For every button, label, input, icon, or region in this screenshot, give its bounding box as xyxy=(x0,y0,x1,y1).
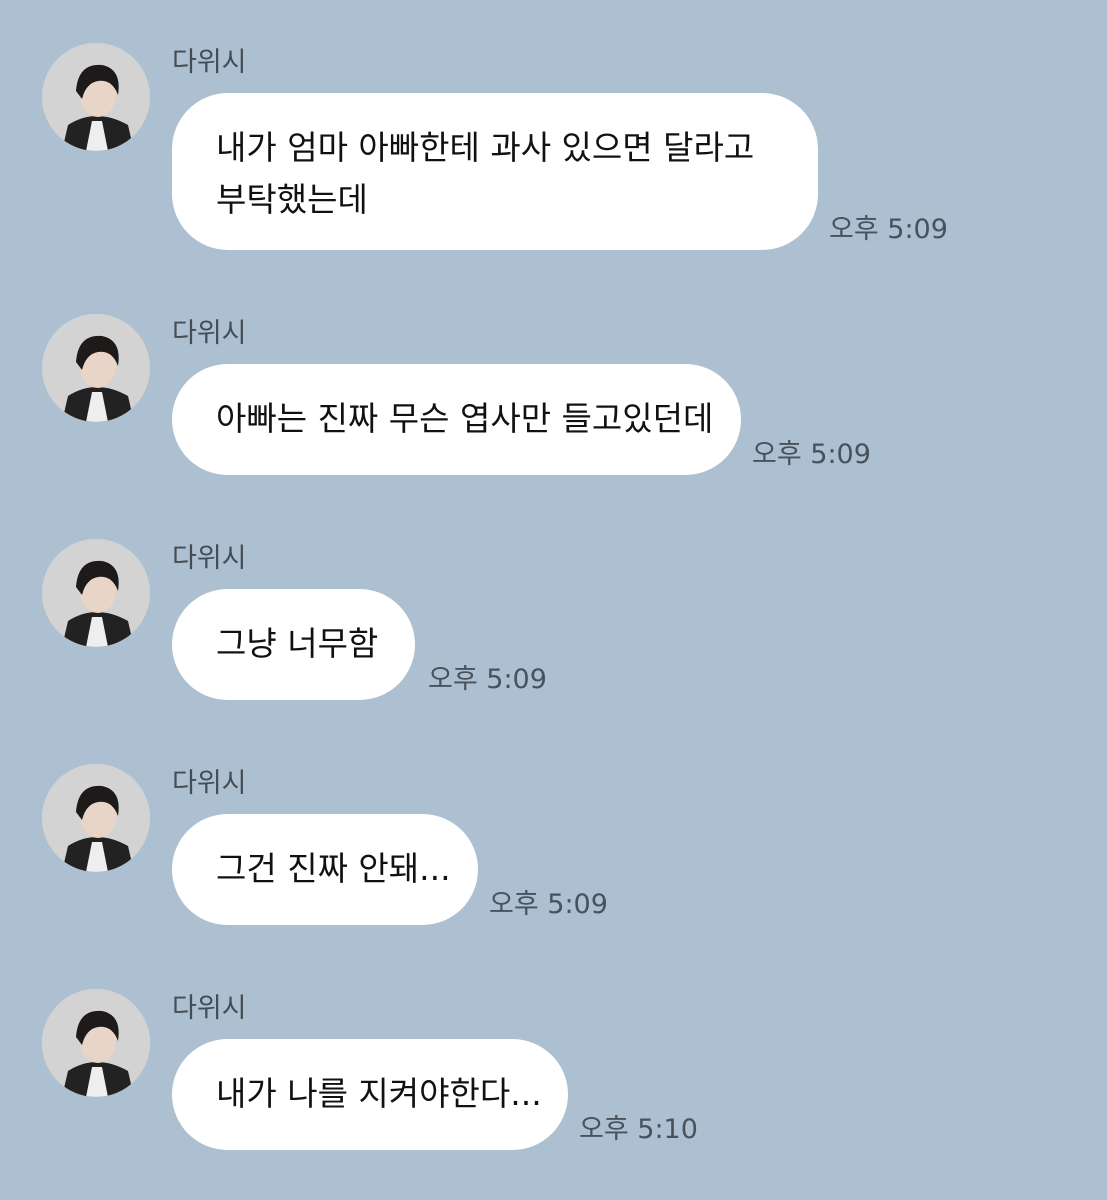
sender-name: 다위시 xyxy=(172,318,247,349)
message-bubble[interactable]: 아빠는 진짜 무슨 엽사만 들고있던데 xyxy=(172,364,741,475)
message-bubble[interactable]: 그건 진짜 안돼... xyxy=(172,814,478,925)
avatar-photo-icon xyxy=(42,764,150,872)
avatar-photo-icon xyxy=(42,43,150,151)
message-bubble[interactable]: 내가 엄마 아빠한테 과사 있으면 달라고 부탁했는데 xyxy=(172,93,818,250)
sender-name: 다위시 xyxy=(172,993,247,1024)
avatar[interactable] xyxy=(42,539,150,647)
message-text: 그건 진짜 안돼... xyxy=(216,849,451,888)
message-timestamp: 오후 5:10 xyxy=(579,1114,698,1145)
avatar[interactable] xyxy=(42,764,150,872)
message-text: 부탁했는데 xyxy=(216,180,368,219)
message-row: 다위시 그냥 너무함 오후 5:09 xyxy=(0,539,1107,704)
message-text: 아빠는 진짜 무슨 엽사만 들고있던데 xyxy=(216,399,714,438)
message-bubble[interactable]: 그냥 너무함 xyxy=(172,589,415,700)
message-row: 다위시 내가 나를 지켜야한다... 오후 5:10 xyxy=(0,989,1107,1154)
message-timestamp: 오후 5:09 xyxy=(428,664,547,695)
sender-name: 다위시 xyxy=(172,768,247,799)
message-timestamp: 오후 5:09 xyxy=(752,439,871,470)
message-timestamp: 오후 5:09 xyxy=(829,214,948,245)
avatar[interactable] xyxy=(42,989,150,1097)
message-text: 내가 나를 지켜야한다... xyxy=(216,1074,542,1113)
message-text: 그냥 너무함 xyxy=(216,624,379,663)
message-bubble[interactable]: 내가 나를 지켜야한다... xyxy=(172,1039,568,1150)
message-timestamp: 오후 5:09 xyxy=(489,889,608,920)
avatar-photo-icon xyxy=(42,989,150,1097)
chat-window: 다위시 내가 엄마 아빠한테 과사 있으면 달라고 부탁했는데 오후 5:09 … xyxy=(0,0,1107,1200)
avatar-photo-icon xyxy=(42,314,150,422)
avatar[interactable] xyxy=(42,43,150,151)
message-row: 다위시 아빠는 진짜 무슨 엽사만 들고있던데 오후 5:09 xyxy=(0,314,1107,479)
sender-name: 다위시 xyxy=(172,47,247,78)
sender-name: 다위시 xyxy=(172,543,247,574)
message-row: 다위시 내가 엄마 아빠한테 과사 있으면 달라고 부탁했는데 오후 5:09 xyxy=(0,43,1107,253)
avatar-photo-icon xyxy=(42,539,150,647)
message-row: 다위시 그건 진짜 안돼... 오후 5:09 xyxy=(0,764,1107,929)
message-text: 내가 엄마 아빠한테 과사 있으면 달라고 xyxy=(216,128,755,167)
avatar[interactable] xyxy=(42,314,150,422)
